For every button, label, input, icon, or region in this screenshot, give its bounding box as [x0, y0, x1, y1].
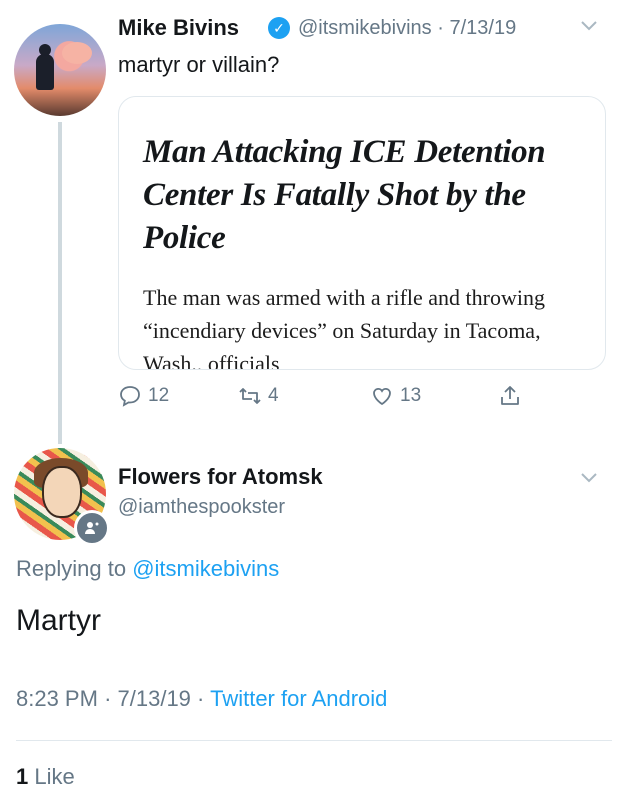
tweet-source-link[interactable]: Twitter for Android	[210, 686, 387, 711]
replying-to-line: Replying to @itsmikebivins	[16, 556, 279, 582]
replying-mention-link[interactable]: @itsmikebivins	[132, 556, 279, 581]
avatar-cloud	[62, 42, 92, 64]
retweet-count: 4	[268, 385, 279, 406]
likes-summary[interactable]: 1 Like	[16, 764, 75, 790]
share-button[interactable]	[498, 384, 522, 408]
reply-date[interactable]: 7/13/19	[118, 686, 191, 711]
parent-date[interactable]: 7/13/19	[449, 17, 516, 39]
card-headline: Man Attacking ICE Detention Center Is Fa…	[143, 134, 546, 256]
parent-author-handle[interactable]: @itsmikebivins	[298, 17, 432, 39]
likes-count: 1	[16, 764, 29, 789]
mike-bivins-avatar[interactable]	[14, 24, 106, 116]
retweet-button[interactable]: 4	[238, 384, 279, 408]
detail-separator-1: ·	[104, 686, 112, 711]
reply-author-handle[interactable]: @iamthespookster	[118, 496, 285, 519]
parent-meta: @itsmikebivins · 7/13/19	[298, 17, 516, 40]
avatar-figure	[36, 44, 54, 90]
reply-time[interactable]: 8:23 PM	[16, 686, 98, 711]
account-badge-icon	[74, 510, 110, 546]
parent-tweet-text: martyr or villain?	[118, 52, 280, 77]
replying-prefix: Replying to	[16, 556, 127, 581]
reply-icon	[120, 386, 140, 407]
tweet-timestamp-line: 8:23 PM · 7/13/19 · Twitter for Android	[16, 686, 387, 712]
detail-separator-2: ·	[197, 686, 205, 711]
parent-author-name[interactable]: Mike Bivins	[118, 15, 239, 41]
avatar-face	[42, 466, 82, 518]
like-button[interactable]: 13	[370, 384, 421, 408]
chevron-down-icon[interactable]	[580, 16, 598, 37]
share-icon	[501, 386, 519, 405]
retweet-icon	[239, 388, 261, 404]
link-preview-card[interactable]: Man Attacking ICE Detention Center Is Fa…	[118, 96, 606, 370]
verified-badge-icon: ✓	[268, 17, 290, 39]
meta-separator: ·	[437, 17, 444, 39]
card-summary: The man was armed with a rifle and throw…	[143, 285, 545, 370]
like-count: 13	[400, 385, 422, 406]
reply-tweet-text: Martyr	[16, 604, 101, 637]
chevron-down-icon[interactable]	[580, 468, 598, 489]
heart-icon	[373, 387, 391, 406]
reply-button[interactable]: 12	[118, 384, 169, 408]
reply-count: 12	[148, 385, 170, 406]
likes-label: Like	[34, 764, 75, 789]
divider	[16, 740, 612, 741]
reply-author-name[interactable]: Flowers for Atomsk	[118, 464, 323, 490]
thread-connector-line	[58, 122, 62, 444]
tweet-actions: 12 4 13	[118, 384, 538, 416]
